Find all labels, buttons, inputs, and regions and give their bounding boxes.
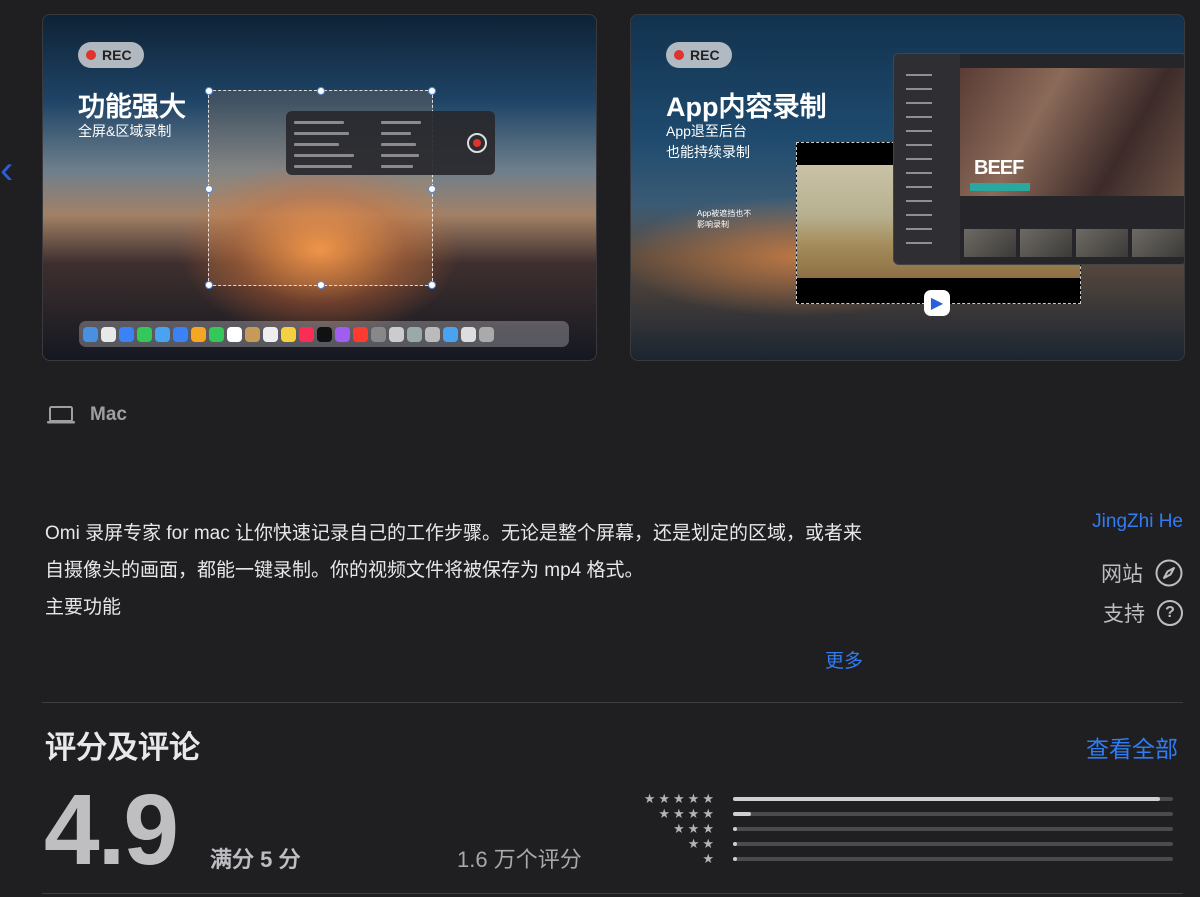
- rating-bar-fill: [733, 826, 737, 831]
- rating-bar-track: [733, 841, 1173, 846]
- rec-badge: REC: [78, 42, 144, 68]
- rating-bar-fill: [733, 811, 751, 816]
- app-sidebar: [894, 54, 960, 264]
- screenshot-title: 功能强大: [78, 92, 186, 122]
- resize-handle: [317, 87, 325, 95]
- description-paragraph: Omi 录屏专家 for mac 让你快速记录自己的工作步骤。无论是整个屏幕，还…: [45, 523, 863, 581]
- star-rating-icon: ★★★★★: [643, 790, 717, 806]
- app-show-title: BEEF: [974, 157, 1024, 179]
- support-link[interactable]: 支持 ?: [1103, 598, 1183, 628]
- rating-bar-track: [733, 811, 1173, 816]
- screenshot-subtitle: App退至后台也能持续录制: [666, 123, 750, 160]
- resize-handle: [205, 87, 213, 95]
- star-rating-icon: ★★: [687, 835, 717, 851]
- omi-app-icon: ▶: [924, 290, 950, 316]
- see-all-link[interactable]: 查看全部: [1086, 730, 1178, 764]
- platform-row: Mac: [46, 404, 127, 426]
- screenshot-1[interactable]: REC 功能强大 全屏&区域录制: [42, 14, 597, 361]
- resize-handle: [428, 87, 436, 95]
- star-rating-icon: ★★★★: [658, 805, 717, 821]
- rating-count: 1.6 万个评分: [457, 847, 582, 872]
- star-rating-icon: ★: [702, 850, 717, 866]
- resize-handle: [205, 185, 213, 193]
- screenshot-subtitle: 全屏&区域录制: [78, 123, 172, 139]
- question-icon: ?: [1157, 600, 1183, 626]
- support-label: 支持: [1103, 603, 1145, 626]
- website-link[interactable]: 网站: [1101, 558, 1183, 588]
- star-rating-icon: ★★★: [673, 820, 717, 836]
- screenshot-title: App内容录制: [666, 92, 827, 122]
- website-label: 网站: [1101, 563, 1143, 586]
- rating-bar-track: [733, 796, 1173, 801]
- laptop-icon: [47, 406, 75, 424]
- app-play-chip: [970, 183, 1030, 191]
- section-divider: [42, 702, 1183, 703]
- resize-handle: [317, 281, 325, 289]
- rating-bar-fill: [733, 856, 737, 861]
- rec-label: REC: [102, 47, 132, 63]
- rec-label: REC: [690, 47, 720, 63]
- record-dot-icon: [674, 50, 684, 60]
- app-description: Omi 录屏专家 for mac 让你快速记录自己的工作步骤。无论是整个屏幕，还…: [45, 515, 875, 626]
- rec-badge: REC: [666, 42, 732, 68]
- episode-thumbnails: [964, 229, 1184, 257]
- resize-handle: [428, 281, 436, 289]
- more-link[interactable]: 更多: [825, 646, 863, 673]
- rating-bar-fill: [733, 841, 737, 846]
- section-divider: [42, 893, 1183, 894]
- annotation-text: App被遮挡也不影响录制: [697, 209, 752, 229]
- ratings-title: 评分及评论: [45, 730, 200, 765]
- compass-icon: [1155, 559, 1183, 587]
- platform-label: Mac: [90, 404, 127, 425]
- recording-settings-panel: [286, 111, 495, 175]
- rating-bar-track: [733, 826, 1173, 831]
- macos-dock: [79, 321, 569, 347]
- screenshot-2[interactable]: REC App内容录制 App退至后台也能持续录制 App被遮挡也不影响录制 B…: [630, 14, 1185, 361]
- record-button-icon: [467, 133, 487, 153]
- resize-handle: [428, 185, 436, 193]
- tv-app-window: BEEF: [893, 53, 1184, 265]
- average-score: 4.9: [44, 774, 179, 886]
- rating-bar-track: [733, 856, 1173, 861]
- previous-screenshot-icon[interactable]: ‹: [0, 150, 13, 190]
- rating-bar-fill: [733, 796, 1160, 801]
- score-out-of: 满分 5 分: [210, 847, 301, 872]
- record-dot-icon: [86, 50, 96, 60]
- description-heading: 主要功能: [45, 597, 122, 618]
- resize-handle: [205, 281, 213, 289]
- developer-link[interactable]: JingZhi He: [1092, 511, 1183, 533]
